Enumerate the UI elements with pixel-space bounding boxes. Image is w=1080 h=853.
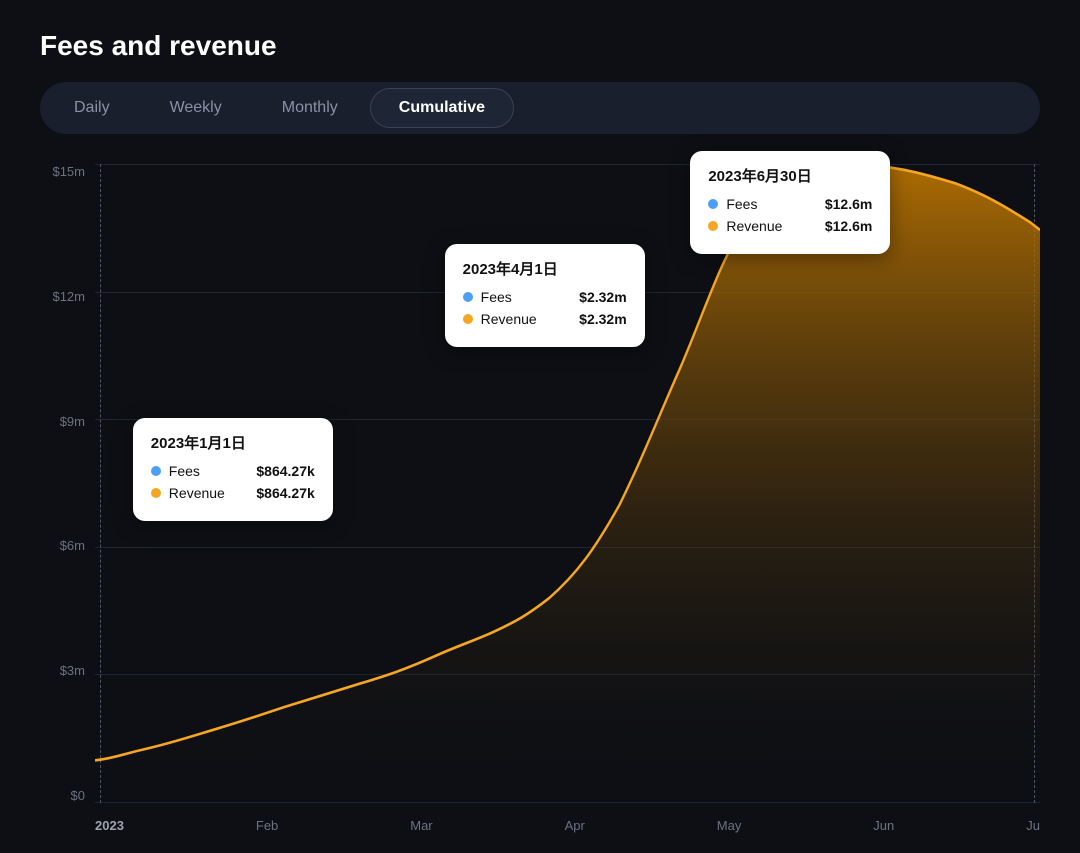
x-label-mar: Mar bbox=[410, 818, 432, 833]
tab-bar: Daily Weekly Monthly Cumulative bbox=[40, 82, 1040, 134]
y-label-0: $0 bbox=[40, 788, 85, 803]
y-axis: $0 $3m $6m $9m $12m $15m bbox=[40, 164, 95, 833]
chart-area: $0 $3m $6m $9m $12m $15m bbox=[40, 164, 1040, 833]
tab-weekly[interactable]: Weekly bbox=[142, 88, 250, 128]
y-label-2: $6m bbox=[40, 538, 85, 553]
x-label-feb: Feb bbox=[256, 818, 278, 833]
tab-daily[interactable]: Daily bbox=[46, 88, 138, 128]
y-label-5: $15m bbox=[40, 164, 85, 179]
main-container: Fees and revenue Daily Weekly Monthly Cu… bbox=[0, 0, 1080, 853]
y-label-4: $12m bbox=[40, 289, 85, 304]
y-label-3: $9m bbox=[40, 414, 85, 429]
x-label-may: May bbox=[717, 818, 742, 833]
chart-inner: 2023年1月1日 Fees $864.27k Revenue $864.27k… bbox=[95, 164, 1040, 833]
x-label-jun: Jun bbox=[873, 818, 894, 833]
chart-svg bbox=[95, 164, 1040, 803]
x-axis: 2023 Feb Mar Apr May Jun Ju bbox=[95, 803, 1040, 833]
x-label-jul: Ju bbox=[1026, 818, 1040, 833]
y-label-1: $3m bbox=[40, 663, 85, 678]
x-label-apr: Apr bbox=[565, 818, 585, 833]
tab-monthly[interactable]: Monthly bbox=[254, 88, 366, 128]
x-labels: 2023 Feb Mar Apr May Jun Ju bbox=[95, 818, 1040, 833]
tab-cumulative[interactable]: Cumulative bbox=[370, 88, 514, 128]
page-title: Fees and revenue bbox=[40, 30, 1040, 62]
x-label-2023: 2023 bbox=[95, 818, 124, 833]
